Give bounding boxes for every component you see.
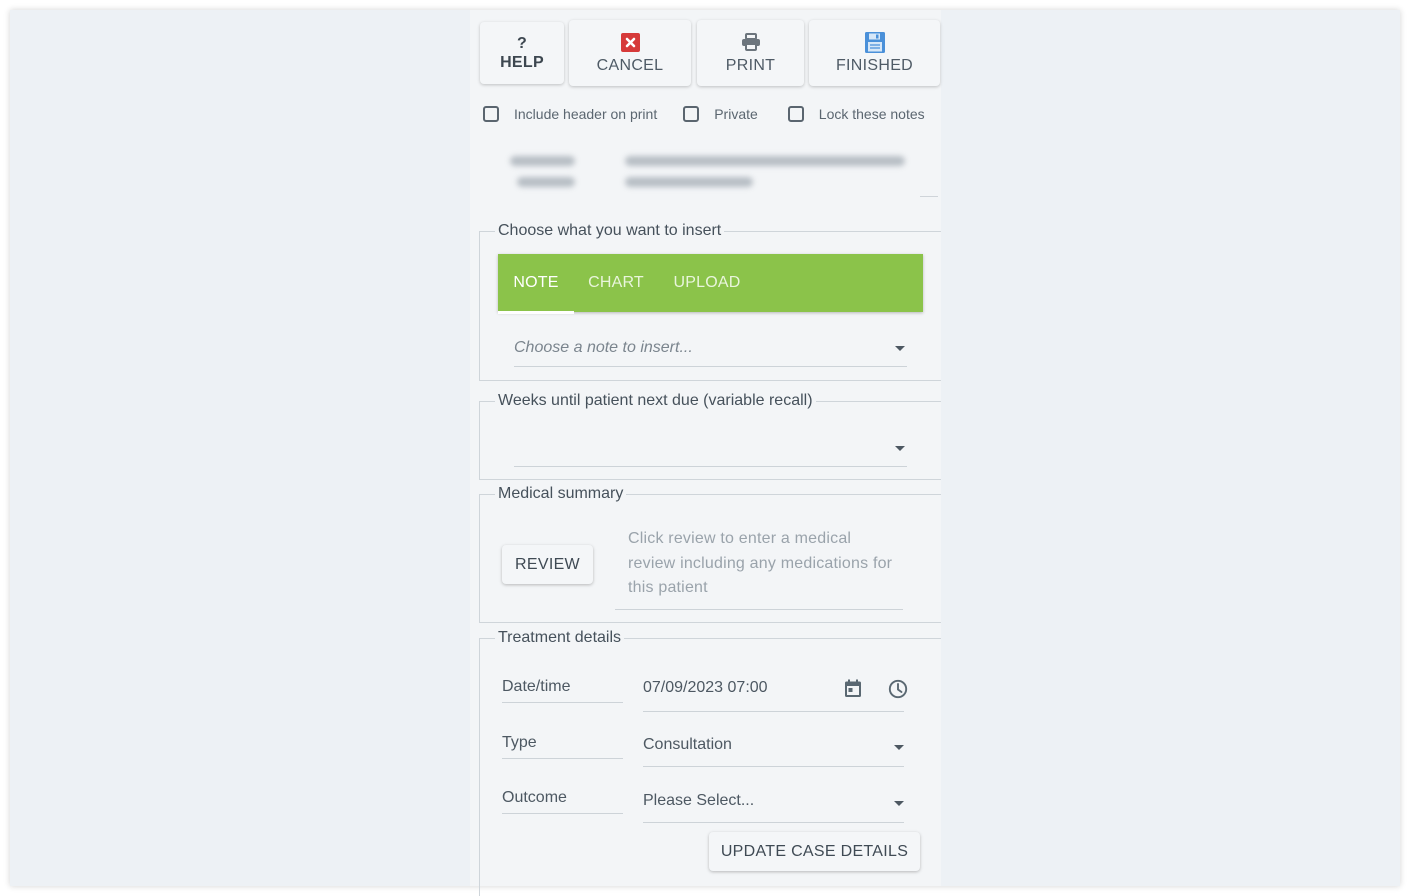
tab-note[interactable]: NOTE [498, 254, 574, 314]
type-select[interactable]: Consultation [643, 733, 904, 767]
datetime-value: 07/09/2023 07:00 [643, 679, 768, 696]
lock-notes-checkbox[interactable]: Lock these notes [787, 106, 925, 122]
clock-icon[interactable] [888, 679, 908, 704]
divider [920, 196, 938, 197]
update-case-details-button[interactable]: UPDATE CASE DETAILS [709, 832, 920, 871]
outcome-select[interactable]: Please Select... [643, 789, 904, 823]
chevron-down-icon [894, 801, 904, 806]
finished-button[interactable]: FINISHED [809, 20, 940, 86]
medical-review-hint: Click review to enter a medical review i… [615, 527, 903, 610]
lock-notes-label: Lock these notes [818, 106, 925, 122]
tab-chart[interactable]: CHART [574, 254, 658, 312]
redacted-text [517, 177, 575, 187]
close-icon [620, 31, 640, 53]
print-button[interactable]: PRINT [697, 20, 804, 86]
chevron-down-icon [895, 446, 905, 451]
recall-weeks-select[interactable] [514, 430, 907, 467]
checkbox-box[interactable] [683, 106, 700, 122]
help-label: HELP [500, 54, 544, 71]
chevron-down-icon [894, 745, 904, 750]
options-row: Include header on print Private Lock the… [483, 103, 925, 125]
print-label: PRINT [725, 57, 776, 74]
help-button[interactable]: ? HELP [480, 22, 564, 84]
insert-legend: Choose what you want to insert [495, 222, 725, 240]
datetime-label: Date/time [502, 678, 623, 703]
insert-tabs: NOTE CHART UPLOAD [498, 254, 923, 314]
checkbox-box[interactable] [483, 106, 499, 122]
save-icon [864, 31, 885, 53]
tab-upload[interactable]: UPLOAD [658, 254, 756, 312]
chevron-down-icon [895, 346, 905, 351]
printer-icon [741, 31, 761, 53]
review-button[interactable]: REVIEW [502, 545, 593, 584]
private-label: Private [714, 106, 758, 122]
calendar-icon[interactable] [844, 679, 862, 703]
medical-summary-legend: Medical summary [495, 485, 627, 503]
recall-legend: Weeks until patient next due (variable r… [495, 392, 816, 410]
redacted-text [510, 156, 575, 166]
include-header-label: Include header on print [514, 106, 658, 122]
redacted-text [625, 177, 753, 187]
redacted-text [625, 156, 905, 166]
note-select-placeholder: Choose a note to insert... [514, 339, 693, 356]
private-checkbox[interactable]: Private [683, 106, 758, 122]
outcome-value: Please Select... [643, 792, 755, 809]
patient-header-redacted [505, 150, 935, 196]
datetime-field[interactable]: 07/09/2023 07:00 [643, 676, 904, 712]
type-value: Consultation [643, 736, 732, 753]
checkbox-box[interactable] [787, 106, 804, 122]
cancel-button[interactable]: CANCEL [569, 20, 691, 86]
cancel-label: CANCEL [596, 57, 664, 74]
help-icon: ? [516, 35, 528, 52]
finished-label: FINISHED [835, 57, 914, 74]
note-select[interactable]: Choose a note to insert... [514, 330, 907, 367]
type-label: Type [502, 734, 623, 759]
include-header-checkbox[interactable]: Include header on print [483, 106, 657, 122]
treatment-legend: Treatment details [495, 629, 625, 647]
outcome-label: Outcome [502, 789, 623, 814]
